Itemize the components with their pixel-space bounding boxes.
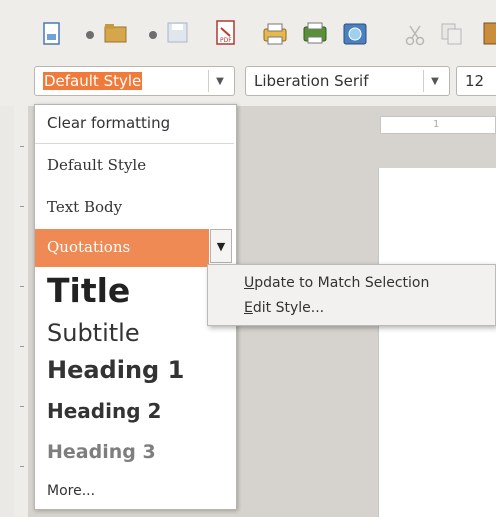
font-name-combo[interactable]: Liberation Serif ▼ [245, 66, 450, 96]
new-dropdown-icon[interactable] [86, 31, 94, 39]
style-item-label: Heading 3 [47, 441, 156, 463]
print-preview-icon[interactable] [302, 22, 328, 46]
menu-item-update-to-match-selection[interactable]: Update to Match Selection [244, 275, 429, 291]
style-item-label: Title [47, 271, 131, 310]
chevron-down-icon: ▼ [216, 239, 226, 253]
style-item-label: Quotations [47, 238, 131, 256]
document-page[interactable] [378, 168, 496, 517]
open-dropdown-icon[interactable] [149, 31, 157, 39]
style-item-label: Text Body [47, 198, 123, 216]
horizontal-ruler: 1 [380, 116, 496, 134]
style-item-quotations[interactable]: Quotations [35, 229, 209, 267]
standard-toolbar: PDF [0, 0, 496, 58]
paragraph-style-combo[interactable]: Default Style ▼ [34, 66, 235, 96]
style-options-button[interactable]: ▼ [210, 229, 232, 263]
svg-text:PDF: PDF [220, 37, 232, 44]
formatting-toolbar: Default Style ▼ Liberation Serif ▼ 12 [0, 58, 496, 106]
menu-item-label: dit Style... [252, 300, 325, 316]
mnemonic: U [244, 275, 255, 291]
style-item-label: Heading 1 [47, 356, 185, 384]
style-item-clear-formatting[interactable]: Clear formatting [35, 105, 234, 143]
style-item-more[interactable]: More... [35, 475, 234, 507]
style-item-title[interactable]: Title [35, 271, 234, 315]
style-item-label: More... [47, 483, 96, 499]
spellcheck-icon[interactable] [342, 22, 368, 46]
font-size-combo[interactable]: 12 [456, 66, 496, 96]
style-item-label: Heading 2 [47, 399, 162, 423]
font-size-value[interactable]: 12 [465, 72, 484, 90]
menu-item-label: pdate to Match Selection [254, 275, 430, 291]
style-item-subtitle[interactable]: Subtitle [35, 317, 234, 351]
paragraph-style-value[interactable]: Default Style [43, 72, 143, 90]
chevron-down-icon[interactable]: ▼ [423, 70, 446, 92]
font-name-value[interactable]: Liberation Serif [254, 72, 369, 90]
open-folder-icon[interactable] [104, 22, 128, 44]
print-icon[interactable] [262, 22, 288, 46]
style-item-label: Clear formatting [47, 114, 171, 132]
menu-item-edit-style[interactable]: Edit Style... [244, 300, 324, 316]
mnemonic: E [244, 300, 253, 316]
vertical-ruler [14, 106, 29, 517]
paste-icon[interactable] [482, 20, 496, 46]
new-document-icon[interactable] [42, 22, 62, 46]
style-item-heading-1[interactable]: Heading 1 [35, 353, 234, 389]
ruler-mark: 1 [433, 119, 440, 130]
style-item-default-style[interactable]: Default Style [35, 144, 234, 188]
cut-icon[interactable] [405, 24, 425, 46]
export-pdf-icon[interactable]: PDF [215, 20, 237, 46]
style-item-heading-2[interactable]: Heading 2 [35, 395, 234, 429]
style-item-label: Default Style [47, 156, 147, 174]
copy-icon[interactable] [440, 22, 464, 46]
style-item-label: Subtitle [47, 319, 140, 347]
style-item-text-body[interactable]: Text Body [35, 189, 234, 229]
chevron-down-icon[interactable]: ▼ [208, 70, 231, 92]
style-context-menu: Update to Match Selection Edit Style... [207, 264, 496, 326]
style-item-heading-3[interactable]: Heading 3 [35, 437, 234, 469]
save-icon[interactable] [167, 22, 189, 44]
